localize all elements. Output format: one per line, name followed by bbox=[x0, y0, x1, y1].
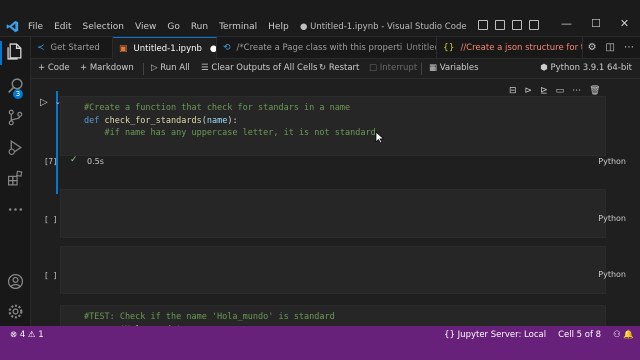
kernel-label: Python 3.9.1 64-bit bbox=[550, 63, 632, 73]
success-check-icon: ✓ bbox=[70, 155, 78, 165]
search-icon[interactable] bbox=[7, 77, 24, 94]
execution-count: [7] bbox=[44, 157, 58, 166]
code-line: #TEST: Check if the name 'Hola_mundo' is… bbox=[84, 312, 335, 322]
restart-button[interactable]: ↻ Restart bbox=[319, 63, 359, 73]
run-all-button[interactable]: ▷ Run All bbox=[151, 63, 190, 73]
unsaved-dot-icon[interactable]: ● bbox=[210, 44, 216, 54]
maximize-button[interactable]: ☐ bbox=[591, 17, 601, 30]
explorer-icon[interactable] bbox=[7, 43, 24, 60]
settings-gear-icon[interactable] bbox=[7, 303, 24, 320]
toggle-sidebar-icon[interactable] bbox=[478, 20, 488, 30]
menu-run[interactable]: Run bbox=[191, 22, 208, 32]
execution-count: [ ] bbox=[44, 271, 58, 280]
active-indicator bbox=[0, 41, 2, 65]
editor-tabs: ≺ Get Started ▣ Untitled-1.ipynb ● ⟲ /*C… bbox=[31, 37, 640, 59]
cell-language[interactable]: Python bbox=[598, 157, 626, 166]
customize-layout-icon[interactable] bbox=[529, 20, 539, 30]
execution-count: [ ] bbox=[44, 215, 58, 224]
tab-label: Untitled-1.ipynb bbox=[133, 43, 202, 54]
cell-focus-indicator bbox=[56, 91, 58, 194]
activity-bar: 3 bbox=[0, 37, 31, 326]
menu-file[interactable]: File bbox=[28, 22, 43, 32]
menu-bar: File Edit Selection View Go Run Terminal… bbox=[28, 22, 300, 32]
code-cell-input[interactable] bbox=[60, 246, 606, 294]
notebook-editor: ▷ ⌄ ⊟ ⊳ ⊵ ▭ ⋯ 🗑 #Create a function that … bbox=[31, 79, 640, 335]
more-actions-icon[interactable]: ⋯ bbox=[624, 42, 634, 53]
interrupt-icon: □ bbox=[369, 63, 378, 73]
problems-indicator[interactable]: ⊗ 4 ⚠ 1 bbox=[10, 330, 44, 340]
more-icon[interactable] bbox=[7, 201, 24, 218]
menu-terminal[interactable]: Terminal bbox=[219, 22, 257, 32]
title-bar: File Edit Selection View Go Run Terminal… bbox=[0, 0, 640, 37]
toggle-secondary-sidebar-icon[interactable] bbox=[512, 20, 522, 30]
status-bar: ⊗ 4 ⚠ 1 {} Jupyter Server: Local Cell 5 … bbox=[0, 326, 640, 360]
vscode-logo-icon bbox=[6, 20, 19, 33]
file-icon: ⟲ bbox=[223, 43, 231, 53]
editor-actions: ⚙ ◫ ⋯ bbox=[588, 42, 634, 53]
account-icon[interactable] bbox=[7, 273, 24, 290]
run-all-label: Run All bbox=[160, 63, 190, 73]
kernel-picker[interactable]: ⬢ Python 3.9.1 64-bit bbox=[540, 63, 632, 73]
add-code-button[interactable]: + Code bbox=[38, 63, 70, 73]
json-icon: {} bbox=[443, 43, 455, 53]
close-window-button[interactable]: ✕ bbox=[620, 17, 629, 30]
variables-icon: ▦ bbox=[429, 63, 438, 73]
clear-outputs-label: Clear Outputs of All Cells bbox=[211, 63, 318, 73]
run-all-icon: ▷ bbox=[151, 63, 158, 73]
notifications-icon[interactable]: ⚇ 🔔 bbox=[613, 330, 634, 340]
tab-label: Get Started bbox=[50, 43, 100, 53]
run-cell-icon[interactable]: ▷ bbox=[40, 97, 48, 108]
minimize-button[interactable]: — bbox=[561, 17, 572, 30]
add-markdown-button[interactable]: + Markdown bbox=[80, 63, 134, 73]
jupyter-server-status[interactable]: {} Jupyter Server: Local bbox=[444, 330, 546, 340]
window-controls: — ☐ ✕ bbox=[561, 17, 629, 30]
split-editor-icon[interactable]: ◫ bbox=[606, 42, 615, 53]
clear-all-icon: ☰ bbox=[201, 63, 209, 73]
cell-position[interactable]: Cell 5 of 8 bbox=[558, 330, 601, 340]
code-line: def check_for_standards(name): bbox=[84, 115, 238, 126]
notebook-toolbar: + Code + Markdown ▷ Run All ☰ Clear Outp… bbox=[31, 59, 640, 79]
window-title: ● Untitled-1.ipynb - Visual Studio Code bbox=[300, 22, 467, 32]
variables-button[interactable]: ▦ Variables bbox=[429, 63, 479, 73]
tab-json-structure[interactable]: {} //Create a json structure for this c bbox=[437, 37, 583, 59]
mouse-cursor-icon bbox=[375, 131, 384, 144]
source-control-icon[interactable] bbox=[7, 109, 24, 126]
tab-label: //Create a json structure for this c bbox=[460, 43, 582, 53]
interrupt-button[interactable]: □ Interrupt bbox=[369, 63, 417, 73]
tab-label: /*Create a Page class with this properti bbox=[236, 43, 403, 53]
code-cell-input[interactable]: #Create a function that check for standa… bbox=[60, 96, 606, 156]
variables-label: Variables bbox=[439, 63, 479, 73]
run-debug-icon[interactable] bbox=[7, 139, 24, 156]
restart-icon: ↻ bbox=[319, 63, 327, 73]
restart-label: Restart bbox=[328, 63, 360, 73]
code-line: #Create a function that check for standa… bbox=[84, 103, 351, 113]
tab-get-started[interactable]: ≺ Get Started bbox=[31, 37, 113, 59]
code-line: #if name has any uppercase letter, it is… bbox=[84, 128, 376, 138]
toolbar-divider bbox=[143, 63, 144, 75]
execution-time: 0.5s bbox=[87, 157, 104, 166]
cell-language[interactable]: Python bbox=[598, 214, 626, 223]
toolbar-divider bbox=[421, 63, 422, 75]
tab-untitled-1-ipynb[interactable]: ▣ Untitled-1.ipynb ● bbox=[113, 37, 217, 59]
toggle-panel-icon[interactable] bbox=[495, 20, 505, 30]
settings-icon[interactable]: ⚙ bbox=[588, 42, 597, 53]
clear-outputs-button[interactable]: ☰ Clear Outputs of All Cells bbox=[201, 63, 317, 73]
notebook-icon: ▣ bbox=[119, 43, 128, 54]
layout-controls bbox=[478, 20, 539, 30]
menu-go[interactable]: Go bbox=[167, 22, 179, 32]
tab-suffix: Untitled-2 bbox=[406, 43, 436, 53]
vscode-tab-icon: ≺ bbox=[37, 43, 45, 53]
kernel-icon: ⬢ bbox=[540, 63, 548, 73]
extensions-icon[interactable] bbox=[7, 170, 24, 187]
interrupt-label: Interrupt bbox=[379, 63, 418, 73]
cell-language[interactable]: Python bbox=[598, 270, 626, 279]
menu-help[interactable]: Help bbox=[268, 22, 289, 32]
menu-selection[interactable]: Selection bbox=[83, 22, 124, 32]
menu-edit[interactable]: Edit bbox=[54, 22, 71, 32]
status-bar-right: {} Jupyter Server: Local Cell 5 of 8 ⚇ 🔔 bbox=[444, 330, 634, 340]
code-cell-input[interactable] bbox=[60, 189, 606, 238]
tab-untitled-2[interactable]: ⟲ /*Create a Page class with this proper… bbox=[217, 37, 437, 59]
menu-view[interactable]: View bbox=[135, 22, 156, 32]
